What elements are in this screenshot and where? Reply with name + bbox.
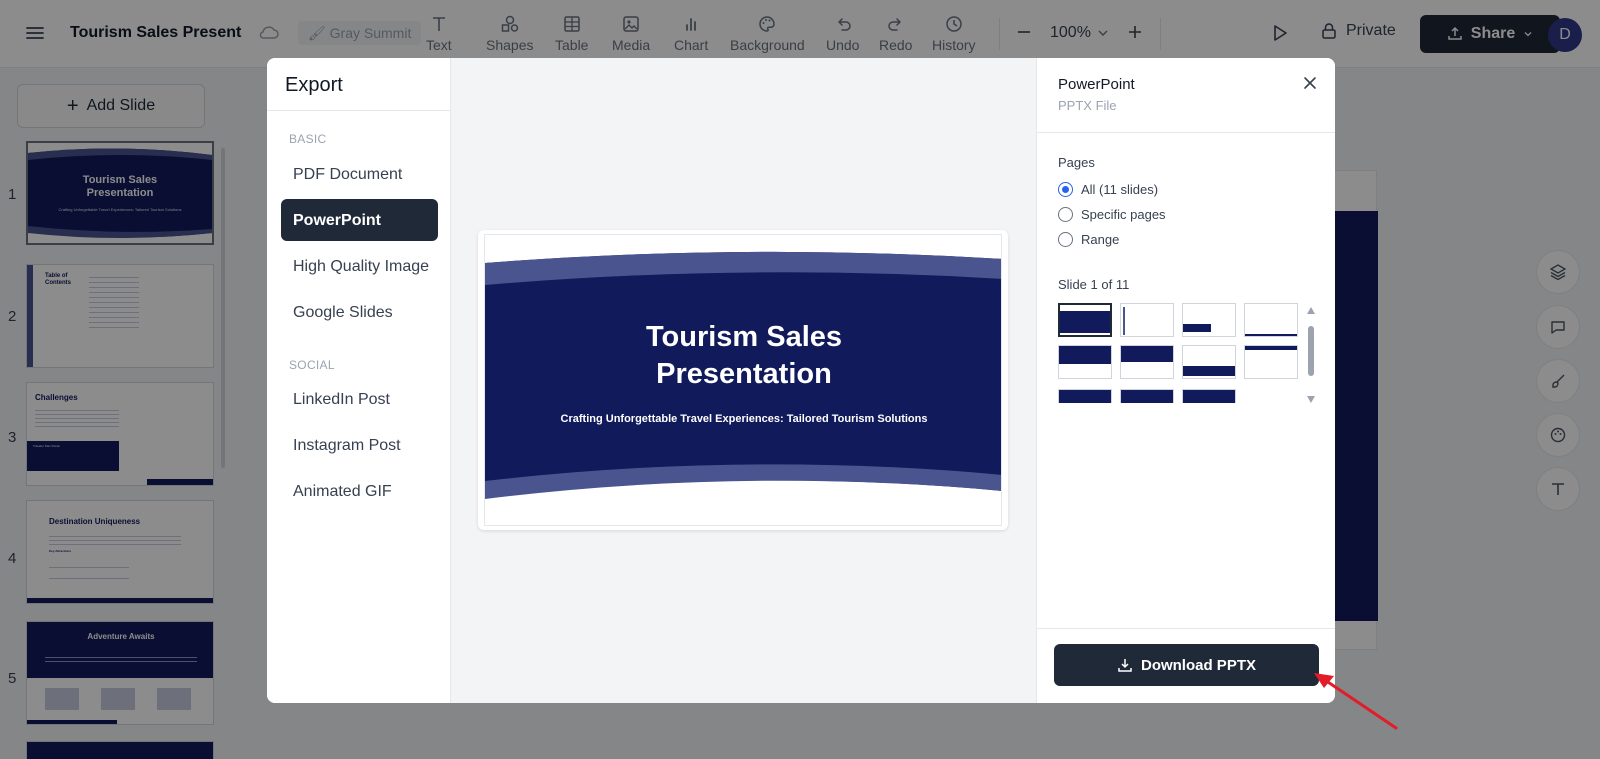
close-icon[interactable] [1301,74,1319,92]
mini-grid-scrollbar[interactable] [1307,306,1315,406]
mini-slide-1[interactable] [1058,303,1112,337]
mini-slide-graphic [1245,334,1297,336]
option-label: Specific pages [1081,207,1166,222]
format-high-quality-image[interactable]: High Quality Image [281,245,438,287]
mini-slide-graphic [1183,366,1235,376]
mini-slide-6[interactable] [1120,345,1174,379]
mini-slide-11[interactable] [1182,389,1236,403]
mini-slide-graphic [1183,390,1235,403]
option-all-slides[interactable]: All (11 slides) [1058,182,1158,197]
section-label-social: SOCIAL [289,358,335,372]
mini-slide-4[interactable] [1244,303,1298,337]
option-range[interactable]: Range [1058,232,1119,247]
preview-frame: Tourism Sales Presentation Crafting Unfo… [478,230,1008,530]
mini-slide-graphic [1183,324,1211,332]
format-linkedin-post[interactable]: LinkedIn Post [281,378,438,420]
preview-slide: Tourism Sales Presentation Crafting Unfo… [484,234,1002,526]
format-instagram-post[interactable]: Instagram Post [281,424,438,466]
app-root: Tourism Sales Presentati 🖌︎ Gray Summit … [0,0,1600,759]
modal-title: Export [285,74,343,96]
divider [1037,132,1335,133]
mini-slide-graphic [1123,307,1125,335]
download-label: Download PPTX [1140,656,1256,674]
export-modal: Export BASIC PDF Document PowerPoint Hig… [267,58,1335,703]
preview-title-line-2: Presentation [656,358,832,390]
mini-slide-7[interactable] [1182,345,1236,379]
slide-mini-grid [1058,303,1298,403]
format-powerpoint[interactable]: PowerPoint [281,199,438,241]
format-google-slides[interactable]: Google Slides [281,291,438,333]
format-subtitle: PPTX File [1058,98,1117,113]
preview-subtitle: Crafting Unforgettable Travel Experience… [560,413,928,425]
format-title: PowerPoint [1058,76,1135,93]
mini-slide-graphic [1121,390,1173,403]
mini-slide-graphic [1245,346,1297,350]
option-label: Range [1081,232,1120,247]
radio-button[interactable] [1058,207,1073,222]
format-pdf[interactable]: PDF Document [281,153,438,195]
format-animated-gif[interactable]: Animated GIF [281,470,438,512]
mini-slide-graphic [1060,311,1110,333]
mini-slide-10[interactable] [1120,389,1174,403]
export-preview-area: Tourism Sales Presentation Crafting Unfo… [451,58,1036,703]
section-label-basic: BASIC [289,132,327,146]
preview-title-line-1: Tourism Sales [645,321,843,353]
mini-slide-2[interactable] [1120,303,1174,337]
radio-button-selected[interactable] [1058,182,1073,197]
divider [267,110,451,111]
download-pptx-button[interactable]: Download PPTX [1054,644,1319,686]
slide-counter: Slide 1 of 11 [1058,277,1130,292]
mini-slide-5[interactable] [1058,345,1112,379]
mini-slide-graphic [1121,346,1173,362]
option-specific-pages[interactable]: Specific pages [1058,207,1166,222]
option-label: All (11 slides) [1081,182,1159,197]
divider [1037,628,1335,629]
mini-slide-graphic [1059,346,1111,364]
pages-label: Pages [1058,155,1095,170]
mini-slide-8[interactable] [1244,345,1298,379]
mini-slide-graphic [1059,390,1111,403]
mini-slide-3[interactable] [1182,303,1236,337]
export-format-panel: Export BASIC PDF Document PowerPoint Hig… [267,58,451,703]
radio-button[interactable] [1058,232,1073,247]
export-options-panel: PowerPoint PPTX File Pages All (11 slide… [1036,58,1335,703]
download-icon [1118,659,1132,672]
preview-title: Tourism Sales Presentation [485,319,1001,393]
mini-slide-9[interactable] [1058,389,1112,403]
annotation-arrow [1314,673,1398,730]
